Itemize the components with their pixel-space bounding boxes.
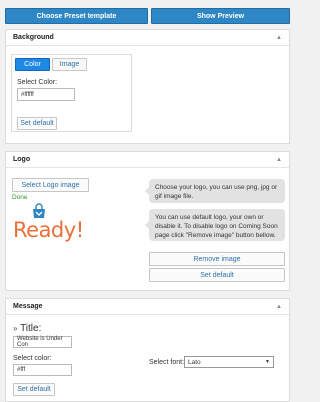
logo-panel: Logo ▲ Select Logo image Done Ready! Cho… (5, 151, 290, 291)
tab-color[interactable]: Color (15, 58, 50, 71)
background-panel: Background ▲ Color Image Select Color: #… (5, 29, 290, 144)
title-label: » Title: (13, 323, 41, 334)
logo-panel-header[interactable]: Logo ▲ (6, 152, 289, 168)
collapse-caret-icon[interactable]: ▲ (276, 35, 282, 41)
double-chevron-icon: » (13, 324, 18, 333)
title-label-text: Title: (20, 323, 42, 334)
tab-image[interactable]: Image (52, 58, 87, 71)
logo-tooltip-choose: Choose your logo, you can use png, jpg o… (145, 179, 285, 203)
message-panel-header[interactable]: Message ▲ (6, 299, 289, 315)
select-logo-image-button[interactable]: Select Logo image (12, 178, 89, 192)
select-font-label: Select font: (149, 359, 185, 366)
show-preview-button[interactable]: Show Preview (151, 8, 290, 24)
tooltip-notch (145, 221, 149, 229)
tooltip-text: You can use default logo, your own or di… (155, 214, 278, 239)
collapse-caret-icon[interactable]: ▲ (276, 157, 282, 163)
collapse-caret-icon[interactable]: ▲ (276, 304, 282, 310)
message-panel: Message ▲ » Title: Website is Under Con … (5, 298, 290, 402)
panel-title: Message (13, 303, 43, 310)
chevron-down-icon: ▼ (265, 359, 270, 365)
tooltip-notch (145, 187, 149, 195)
panel-title: Background (13, 34, 54, 41)
choose-preset-template-button[interactable]: Choose Preset template (5, 8, 148, 24)
message-select-color-label: Select color: (13, 355, 52, 362)
font-select-value: Lato (188, 358, 201, 366)
select-color-label: Select Color: (17, 79, 58, 86)
background-panel-header[interactable]: Background ▲ (6, 30, 289, 46)
background-set-default-button[interactable]: Set default (17, 117, 57, 130)
font-select[interactable]: Lato ▼ (184, 356, 274, 368)
message-color-input[interactable]: #fff (13, 364, 72, 376)
upload-done-label: Done (12, 194, 28, 201)
background-color-input[interactable]: #ffffff (17, 88, 75, 101)
logo-bag-icon (33, 203, 45, 218)
logo-preview-text: Ready! (13, 218, 84, 242)
remove-image-button[interactable]: Remove image (149, 252, 285, 266)
title-input[interactable]: Website is Under Con (13, 336, 72, 348)
panel-title: Logo (13, 156, 31, 163)
logo-set-default-button[interactable]: Set default (149, 268, 285, 282)
logo-tooltip-default: You can use default logo, your own or di… (145, 209, 285, 241)
message-set-default-button[interactable]: Set default (13, 383, 55, 396)
background-settings-box: Color Image Select Color: #ffffff Set de… (11, 54, 132, 132)
tooltip-text: Choose your logo, you can use png, jpg o… (155, 184, 278, 200)
